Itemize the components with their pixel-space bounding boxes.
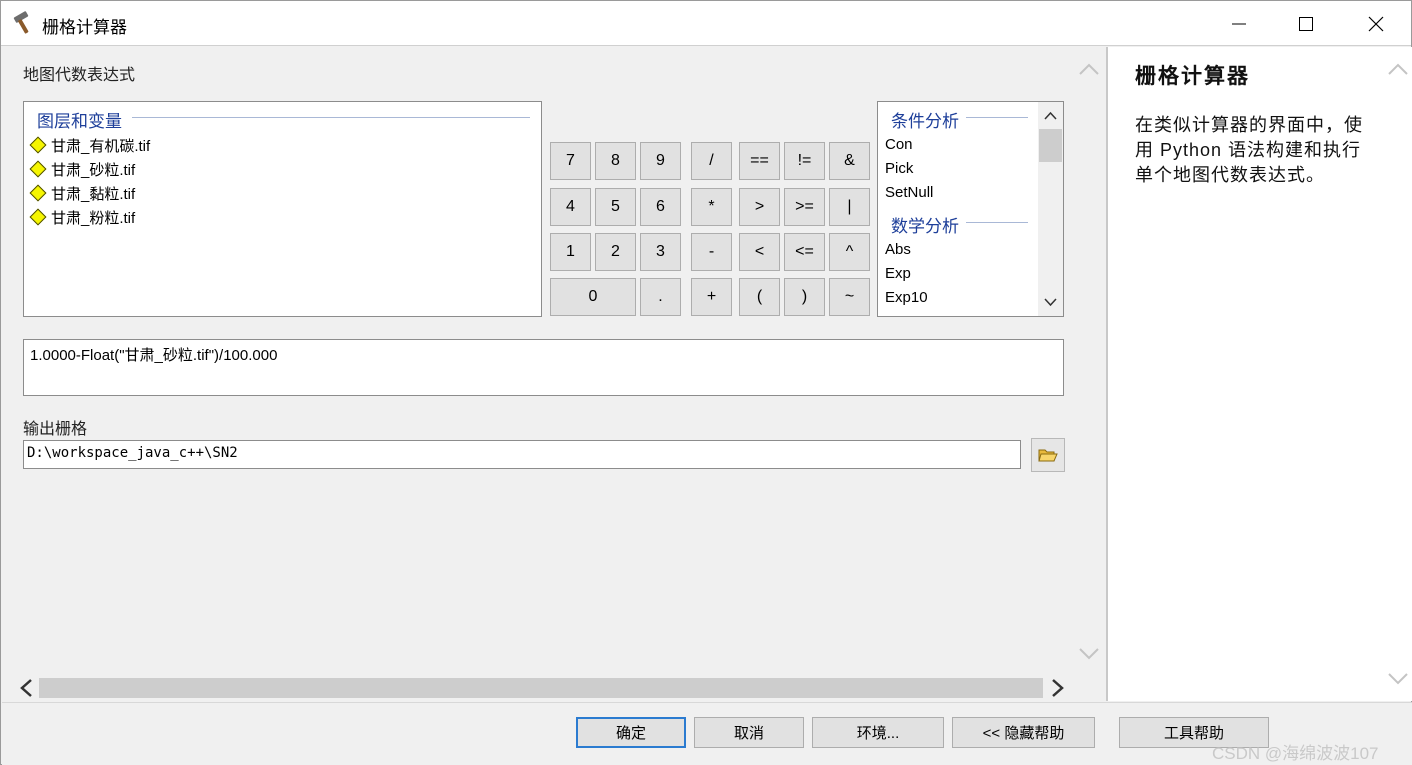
layer-name: 甘肃_黏粒.tif	[51, 185, 136, 203]
key-minus[interactable]: -	[691, 233, 732, 271]
key-or[interactable]: |	[829, 188, 870, 226]
key-8[interactable]: 8	[595, 142, 636, 180]
expression-text: 1.0000-Float("甘肃_砂粒.tif")/100.000	[30, 347, 278, 364]
key-not-equal[interactable]: !=	[784, 142, 825, 180]
function-item[interactable]: Exp10	[885, 289, 928, 306]
layer-name: 甘肃_粉粒.tif	[51, 209, 136, 227]
function-item[interactable]: SetNull	[885, 184, 933, 201]
output-raster-label: 输出栅格	[23, 421, 88, 438]
help-scroll-up-icon[interactable]	[1386, 59, 1410, 79]
math-group-title: 数学分析	[889, 212, 961, 237]
functions-list[interactable]: 条件分析 Con Pick SetNull 数学分析 Abs Exp Exp10	[877, 101, 1064, 317]
group-divider	[132, 117, 530, 118]
key-not[interactable]: ~	[829, 278, 870, 316]
open-folder-icon	[1038, 449, 1058, 462]
key-0[interactable]: 0	[550, 278, 636, 316]
browse-button[interactable]	[1031, 438, 1065, 472]
minimize-icon	[1232, 23, 1246, 24]
key-1[interactable]: 1	[550, 233, 591, 271]
layer-item[interactable]: 甘肃_黏粒.tif	[29, 182, 136, 204]
function-item[interactable]: Abs	[885, 241, 911, 258]
key-4[interactable]: 4	[550, 188, 591, 226]
dialog-button-bar: 确定 取消 环境... << 隐藏帮助 工具帮助 CSDN @海绵波波107	[2, 702, 1412, 765]
key-9[interactable]: 9	[640, 142, 681, 180]
key-3[interactable]: 3	[640, 233, 681, 271]
window-title: 栅格计算器	[42, 18, 127, 37]
close-icon	[1368, 16, 1384, 31]
layers-group-title: 图层和变量	[35, 107, 124, 132]
horizontal-scroll-thumb[interactable]	[39, 678, 1043, 698]
layer-item[interactable]: 甘肃_砂粒.tif	[29, 158, 136, 180]
layer-name: 甘肃_有机碳.tif	[51, 137, 151, 155]
output-path-text: D:\workspace_java_c++\SN2	[27, 445, 238, 461]
panel-scroll-down-icon[interactable]	[1077, 644, 1101, 664]
title-bar: 栅格计算器	[1, 1, 1411, 46]
hide-help-button[interactable]: << 隐藏帮助	[952, 717, 1095, 748]
layer-item[interactable]: 甘肃_粉粒.tif	[29, 206, 136, 228]
expression-input[interactable]: 1.0000-Float("甘肃_砂粒.tif")/100.000	[23, 339, 1064, 396]
maximize-icon	[1299, 16, 1313, 31]
key-less[interactable]: <	[739, 233, 780, 271]
raster-calculator-window: 栅格计算器 地图代数表达式 图层和变量 甘肃_有机碳.tif 甘肃_砂粒.tif	[0, 0, 1412, 765]
key-7[interactable]: 7	[550, 142, 591, 180]
key-open-paren[interactable]: (	[739, 278, 780, 316]
scroll-right-icon[interactable]	[1047, 677, 1067, 699]
key-divide[interactable]: /	[691, 142, 732, 180]
minimize-button[interactable]	[1204, 1, 1274, 46]
main-panel: 地图代数表达式 图层和变量 甘肃_有机碳.tif 甘肃_砂粒.tif 甘肃_黏粒…	[2, 47, 1104, 701]
layer-name: 甘肃_砂粒.tif	[51, 161, 136, 179]
scroll-thumb[interactable]	[1039, 129, 1062, 162]
maximize-button[interactable]	[1271, 1, 1341, 46]
raster-layer-icon	[29, 208, 47, 226]
key-close-paren[interactable]: )	[784, 278, 825, 316]
hammer-icon	[13, 11, 29, 34]
key-5[interactable]: 5	[595, 188, 636, 226]
conditional-group-title: 条件分析	[889, 107, 961, 132]
layers-list[interactable]: 图层和变量 甘肃_有机碳.tif 甘肃_砂粒.tif 甘肃_黏粒.tif 甘肃_…	[23, 101, 542, 317]
panel-scroll-up-icon[interactable]	[1077, 59, 1101, 79]
cancel-button[interactable]: 取消	[694, 717, 804, 748]
raster-layer-icon	[29, 160, 47, 178]
key-less-equal[interactable]: <=	[784, 233, 825, 271]
close-button[interactable]	[1341, 1, 1411, 46]
watermark: CSDN @海绵波波107	[1212, 744, 1379, 763]
key-dot[interactable]: .	[640, 278, 681, 316]
key-greater[interactable]: >	[739, 188, 780, 226]
key-xor[interactable]: ^	[829, 233, 870, 271]
help-scroll-down-icon[interactable]	[1386, 669, 1410, 689]
key-plus[interactable]: +	[691, 278, 732, 316]
help-description: 在类似计算器的界面中，使用 Python 语法构建和执行单个地图代数表达式。	[1135, 115, 1363, 185]
raster-layer-icon	[29, 184, 47, 202]
help-title: 栅格计算器	[1135, 65, 1250, 88]
help-panel: 栅格计算器 在类似计算器的界面中，使用 Python 语法构建和执行单个地图代数…	[1106, 47, 1412, 701]
scroll-down-icon[interactable]	[1038, 292, 1063, 312]
functions-scrollbar[interactable]	[1038, 102, 1063, 316]
function-item[interactable]: Exp	[885, 265, 911, 282]
environments-button[interactable]: 环境...	[812, 717, 944, 748]
key-2[interactable]: 2	[595, 233, 636, 271]
expression-label: 地图代数表达式	[23, 67, 136, 84]
key-6[interactable]: 6	[640, 188, 681, 226]
group-divider	[966, 222, 1028, 223]
scroll-up-icon[interactable]	[1038, 106, 1063, 126]
layer-item[interactable]: 甘肃_有机碳.tif	[29, 134, 151, 156]
scroll-left-icon[interactable]	[17, 677, 37, 699]
key-multiply[interactable]: *	[691, 188, 732, 226]
function-item[interactable]: Con	[885, 136, 913, 153]
key-greater-equal[interactable]: >=	[784, 188, 825, 226]
key-equal[interactable]: ==	[739, 142, 780, 180]
output-raster-input[interactable]: D:\workspace_java_c++\SN2	[23, 440, 1021, 469]
ok-button[interactable]: 确定	[576, 717, 686, 748]
horizontal-scrollbar[interactable]	[17, 677, 1077, 699]
raster-layer-icon	[29, 136, 47, 154]
key-and[interactable]: &	[829, 142, 870, 180]
function-item[interactable]: Pick	[885, 160, 913, 177]
group-divider	[966, 117, 1028, 118]
